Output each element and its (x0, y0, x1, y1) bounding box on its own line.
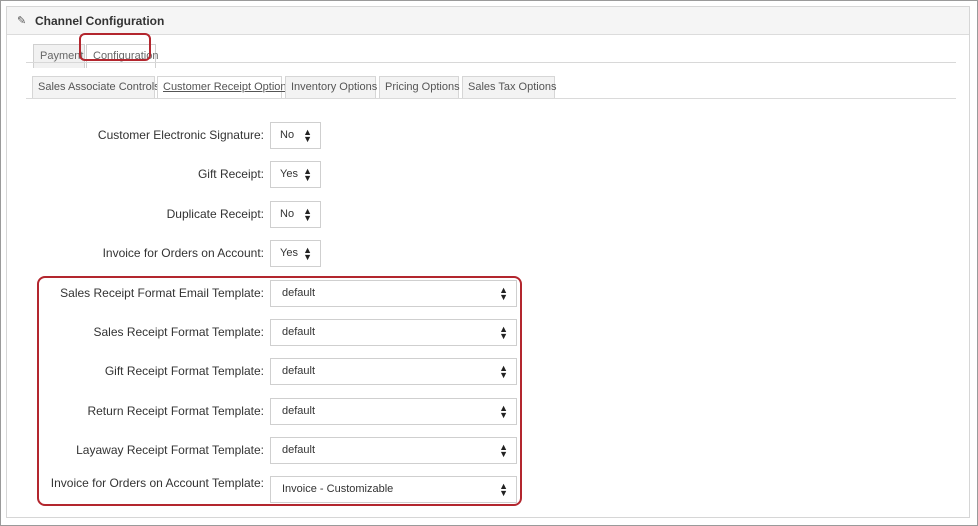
invoice-orders-account-select[interactable]: Yes ▲ ▼ (270, 240, 321, 267)
sales-receipt-email-template-select[interactable]: default ▲ ▼ (270, 280, 517, 307)
select-value: No (280, 208, 295, 220)
select-value: default (282, 365, 316, 377)
gift-receipt-select[interactable]: Yes ▲ ▼ (270, 161, 321, 188)
templates-group-highlight (37, 276, 522, 506)
duplicate-receipt-label: Duplicate Receipt: (166, 207, 264, 221)
sort-arrows-icon: ▲ ▼ (499, 403, 508, 420)
tab-pricing-options[interactable]: Pricing Options (379, 76, 460, 98)
invoice-orders-account-label: Invoice for Orders on Account: (102, 246, 264, 260)
sort-arrows-icon: ▲ ▼ (499, 324, 508, 341)
sales-receipt-email-template-label: Sales Receipt Format Email Template: (60, 286, 264, 300)
top-tabs-divider (26, 62, 956, 63)
layaway-receipt-template-select[interactable]: default ▲ ▼ (270, 437, 517, 464)
invoice-orders-account-template-select[interactable]: Invoice - Customizable ▲ ▼ (270, 476, 517, 503)
select-value: default (282, 326, 316, 338)
select-value: No (280, 129, 295, 141)
tab-customer-receipt-options[interactable]: Customer Receipt Options (157, 76, 292, 98)
customer-electronic-signature-label: Customer Electronic Signature: (97, 128, 264, 142)
select-value: default (282, 405, 316, 417)
sort-arrows-icon: ▲ ▼ (499, 481, 508, 498)
sales-receipt-template-select[interactable]: default ▲ ▼ (270, 319, 517, 346)
sort-arrows-icon: ▲ ▼ (303, 206, 312, 223)
return-receipt-template-label: Return Receipt Format Template: (87, 404, 264, 418)
panel-title: Channel Configuration (35, 14, 165, 28)
sort-arrows-icon: ▲ ▼ (303, 166, 312, 183)
gift-receipt-label: Gift Receipt: (197, 167, 264, 181)
sort-arrows-icon: ▲ ▼ (499, 285, 508, 302)
tab-payment[interactable]: Payment (33, 44, 85, 68)
sort-arrows-icon: ▲ ▼ (303, 127, 312, 144)
sort-arrows-icon: ▲ ▼ (499, 442, 508, 459)
tab-inventory-options[interactable]: Inventory Options (285, 76, 377, 98)
select-value: Invoice - Customizable (282, 483, 394, 495)
invoice-orders-account-template-label: Invoice for Orders on Account Template: (50, 476, 264, 490)
gift-receipt-template-select[interactable]: default ▲ ▼ (270, 358, 517, 385)
sales-receipt-template-label: Sales Receipt Format Template: (93, 325, 264, 339)
select-value: Yes (280, 168, 298, 180)
select-value: default (282, 444, 316, 456)
sort-arrows-icon: ▲ ▼ (499, 363, 508, 380)
sub-tabs-divider (26, 98, 956, 99)
gift-receipt-template-label: Gift Receipt Format Template: (104, 364, 264, 378)
duplicate-receipt-select[interactable]: No ▲ ▼ (270, 201, 321, 228)
tab-sales-associate-controls[interactable]: Sales Associate Controls (32, 76, 160, 98)
customer-electronic-signature-select[interactable]: No ▲ ▼ (270, 122, 321, 149)
select-value: default (282, 287, 316, 299)
tab-sales-tax-options[interactable]: Sales Tax Options (462, 76, 556, 98)
panel-header: ✎ Channel Configuration (7, 7, 969, 35)
return-receipt-template-select[interactable]: default ▲ ▼ (270, 398, 517, 425)
layaway-receipt-template-label: Layaway Receipt Format Template: (76, 443, 264, 457)
sort-arrows-icon: ▲ ▼ (303, 245, 312, 262)
configuration-tab-highlight (79, 33, 151, 61)
select-value: Yes (280, 247, 298, 259)
edit-icon: ✎ (17, 15, 27, 27)
